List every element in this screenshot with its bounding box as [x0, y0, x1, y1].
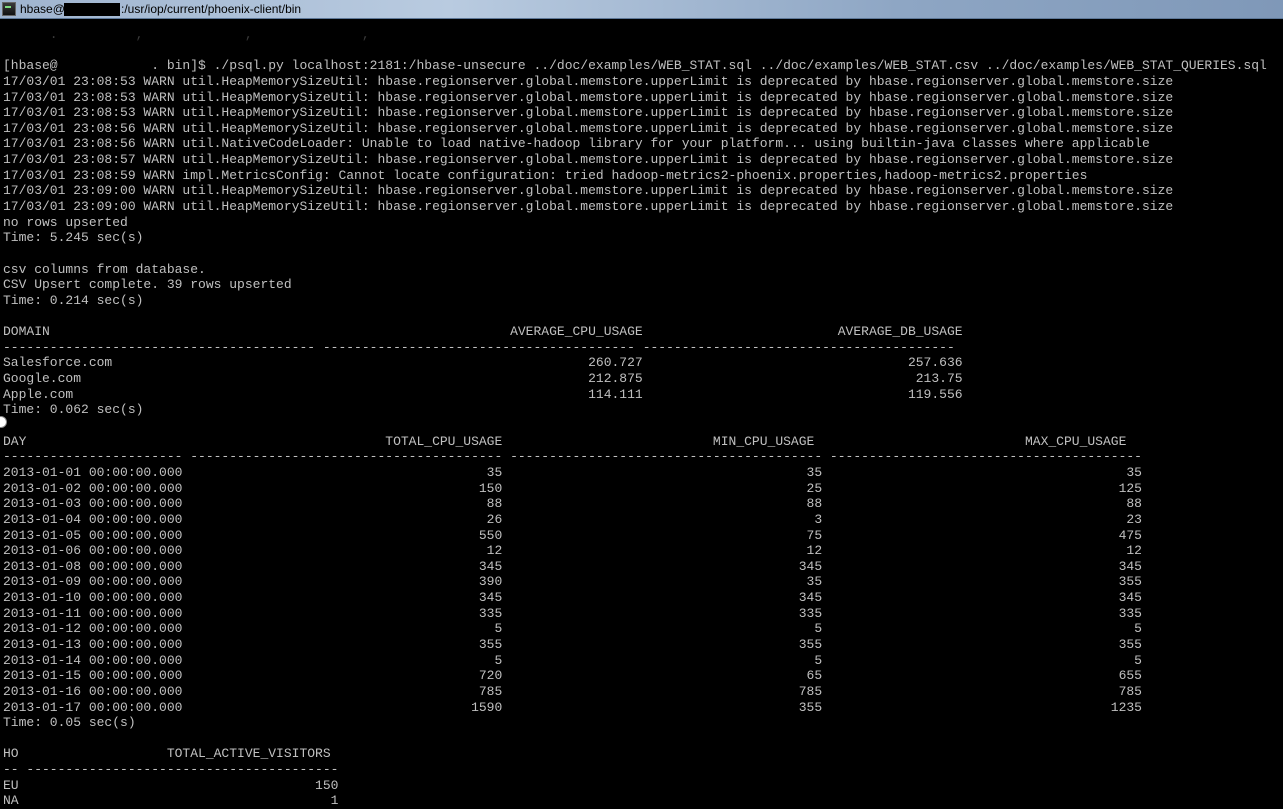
window-title-path: :/usr/iop/current/phoenix-client/bin	[121, 2, 302, 16]
terminal-line: 2013-01-10 00:00:00.000 345 345 345	[3, 590, 1142, 606]
terminal-line: 17/03/01 23:08:56 WARN util.NativeCodeLo…	[3, 136, 1150, 152]
terminal-line: 17/03/01 23:08:53 WARN util.HeapMemorySi…	[3, 89, 1174, 105]
terminal-line: 2013-01-01 00:00:00.000 35 35 35	[3, 464, 1142, 480]
terminal-line: 17/03/01 23:08:53 WARN util.HeapMemorySi…	[3, 73, 1174, 89]
redacted-hostname	[64, 3, 120, 16]
terminal-line: 2013-01-06 00:00:00.000 12 12 12	[3, 543, 1142, 559]
terminal-output[interactable]: . , , , [hbase@ . bin]$ ./psql.py localho…	[3, 27, 1267, 809]
terminal-line: 2013-01-12 00:00:00.000 5 5 5	[3, 621, 1142, 637]
terminal-line: 2013-01-16 00:00:00.000 785 785 785	[3, 683, 1142, 699]
terminal-line: ----------------------------------------…	[3, 339, 955, 355]
terminal-line: Google.com 212.875 213.75	[3, 371, 963, 387]
terminal-line: NA 1	[3, 793, 339, 809]
terminal-line: 2013-01-17 00:00:00.000 1590 355 1235	[3, 699, 1142, 715]
terminal-line: 17/03/01 23:09:00 WARN util.HeapMemorySi…	[3, 183, 1174, 199]
terminal-line: -- -------------------------------------…	[3, 762, 339, 778]
terminal-line: 2013-01-11 00:00:00.000 335 335 335	[3, 605, 1142, 621]
terminal-line: Time: 5.245 sec(s)	[3, 230, 144, 246]
terminal-line: 17/03/01 23:08:53 WARN util.HeapMemorySi…	[3, 105, 1174, 121]
terminal-line: 2013-01-09 00:00:00.000 390 35 355	[3, 574, 1142, 590]
terminal-line: ----------------------- ----------------…	[3, 449, 1142, 465]
terminal-line: . , , ,	[3, 27, 370, 42]
terminal-line: Time: 0.05 sec(s)	[3, 715, 136, 731]
terminal-icon[interactable]	[2, 2, 16, 16]
terminal-line: 2013-01-05 00:00:00.000 550 75 475	[3, 527, 1142, 543]
terminal-line: 2013-01-03 00:00:00.000 88 88 88	[3, 496, 1142, 512]
terminal-line: csv columns from database.	[3, 261, 206, 277]
terminal-line: EU 150	[3, 777, 339, 793]
redacted-prompt-host	[62, 57, 146, 72]
window-title-user: hbase@	[20, 2, 65, 16]
terminal-line: 2013-01-14 00:00:00.000 5 5 5	[3, 652, 1142, 668]
terminal-line: Apple.com 114.111 119.556	[3, 386, 963, 402]
terminal-line: HO TOTAL_ACTIVE_VISITORS	[3, 746, 331, 762]
terminal-line: 2013-01-08 00:00:00.000 345 345 345	[3, 558, 1142, 574]
window-titlebar[interactable]: hbase@ :/usr/iop/current/phoenix-client/…	[0, 0, 1283, 19]
terminal-line: 17/03/01 23:08:59 WARN impl.MetricsConfi…	[3, 167, 1088, 183]
terminal-line: no rows upserted	[3, 214, 128, 230]
terminal-line: DAY TOTAL_CPU_USAGE MIN_CPU_USAGE MAX_CP…	[3, 433, 1127, 449]
terminal-line: 2013-01-02 00:00:00.000 150 25 125	[3, 480, 1142, 496]
terminal-line: 17/03/01 23:08:56 WARN util.HeapMemorySi…	[3, 120, 1174, 136]
terminal-line: 2013-01-15 00:00:00.000 720 65 655	[3, 668, 1142, 684]
terminal-line: Time: 0.062 sec(s)	[3, 402, 144, 418]
terminal-line: Salesforce.com 260.727 257.636	[3, 355, 963, 371]
terminal-line: CSV Upsert complete. 39 rows upserted	[3, 277, 292, 293]
terminal-line: Time: 0.214 sec(s)	[3, 292, 144, 308]
terminal-line: [hbase@ . bin]$ ./psql.py localhost:2181…	[3, 58, 1267, 74]
terminal-line: 17/03/01 23:09:00 WARN util.HeapMemorySi…	[3, 199, 1174, 215]
terminal-line: 2013-01-13 00:00:00.000 355 355 355	[3, 636, 1142, 652]
terminal-line: 2013-01-04 00:00:00.000 26 3 23	[3, 511, 1142, 527]
terminal-line: DOMAIN AVERAGE_CPU_USAGE AVERAGE_DB_USAG…	[3, 324, 963, 340]
terminal-line: 17/03/01 23:08:57 WARN util.HeapMemorySi…	[3, 152, 1174, 168]
